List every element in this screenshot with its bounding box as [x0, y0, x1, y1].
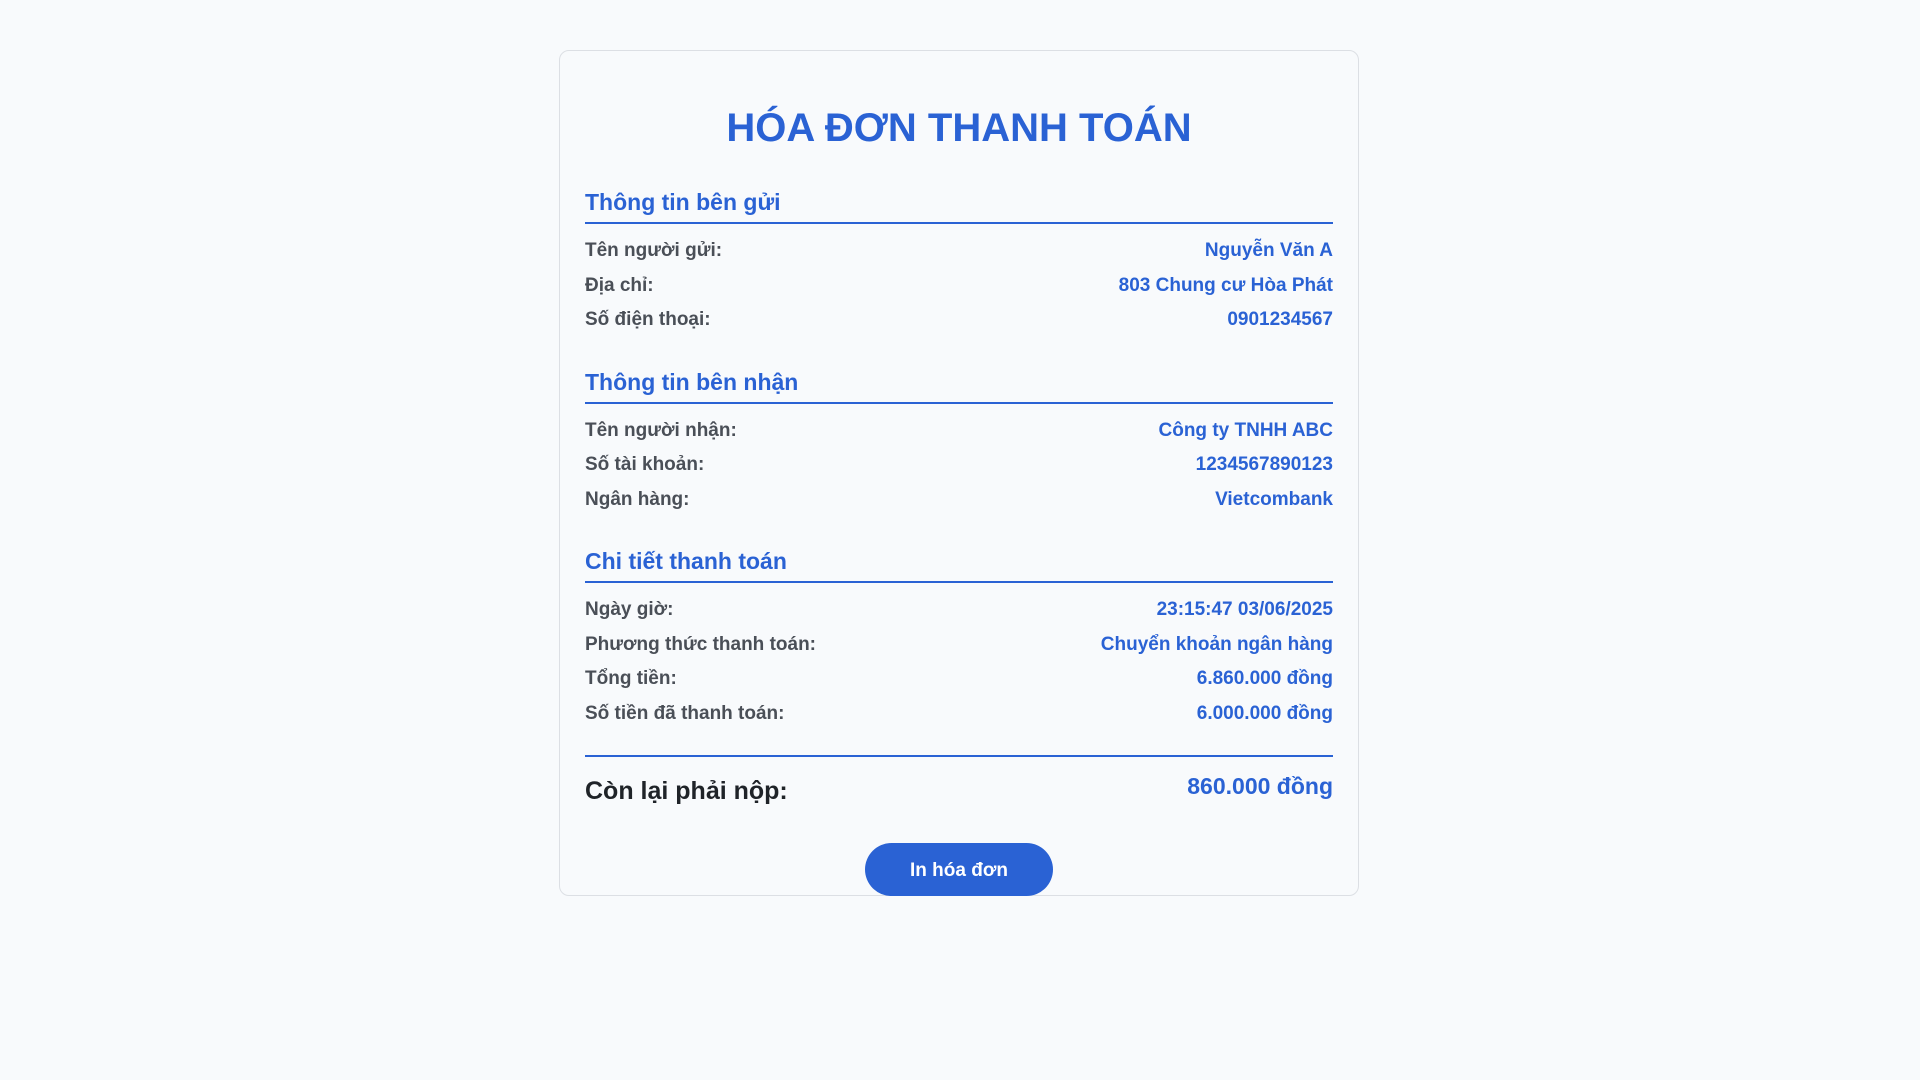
sender-phone-label: Số điện thoại: — [585, 309, 711, 331]
sender-section-heading: Thông tin bên gửi — [585, 186, 1333, 224]
sender-name-label: Tên người gửi: — [585, 240, 723, 262]
payment-method-row: Phương thức thanh toán: Chuyển khoản ngâ… — [585, 628, 1333, 663]
sender-phone-row: Số điện thoại: 0901234567 — [585, 303, 1333, 338]
payment-method-label: Phương thức thanh toán: — [585, 633, 816, 655]
payment-datetime-label: Ngày giờ: — [585, 599, 674, 621]
sender-address-label: Địa chỉ: — [585, 274, 654, 296]
sender-phone-value: 0901234567 — [1227, 309, 1333, 331]
receiver-name-row: Tên người nhận: Công ty TNHH ABC — [585, 414, 1333, 449]
invoice-title: HÓA ĐƠN THANH TOÁN — [726, 106, 1192, 150]
sender-address-value: 803 Chung cư Hòa Phát — [1118, 274, 1333, 296]
print-invoice-button[interactable]: In hóa đơn — [865, 843, 1053, 896]
remaining-label: Còn lại phải nộp: — [585, 777, 788, 805]
receiver-bank-value: Vietcombank — [1215, 488, 1333, 510]
receiver-account-value: 1234567890123 — [1195, 454, 1333, 476]
sender-name-value: Nguyễn Văn A — [1204, 240, 1333, 262]
receiver-section-heading: Thông tin bên nhận — [585, 366, 1333, 404]
sender-address-row: Địa chỉ: 803 Chung cư Hòa Phát — [585, 269, 1333, 304]
payment-total-row: Tổng tiền: 6.860.000 đồng — [585, 662, 1333, 697]
invoice-card: HÓA ĐƠN THANH TOÁN Thông tin bên gửi Tên… — [559, 50, 1359, 896]
receiver-bank-row: Ngân hàng: Vietcombank — [585, 483, 1333, 518]
receiver-account-label: Số tài khoản: — [585, 454, 705, 476]
remaining-summary: Còn lại phải nộp: 860.000 đồng — [585, 755, 1333, 823]
payment-datetime-value: 23:15:47 03/06/2025 — [1156, 599, 1333, 621]
print-button-wrapper: In hóa đơn — [585, 843, 1333, 896]
sender-name-row: Tên người gửi: Nguyễn Văn A — [585, 234, 1333, 269]
payment-datetime-row: Ngày giờ: 23:15:47 03/06/2025 — [585, 593, 1333, 628]
payment-total-value: 6.860.000 đồng — [1196, 668, 1333, 690]
remaining-value: 860.000 đồng — [1187, 773, 1333, 799]
payment-paid-label: Số tiền đã thanh toán: — [585, 702, 785, 724]
payment-total-label: Tổng tiền: — [585, 668, 677, 690]
receiver-name-value: Công ty TNHH ABC — [1158, 419, 1334, 441]
receiver-account-row: Số tài khoản: 1234567890123 — [585, 448, 1333, 483]
payment-method-value: Chuyển khoản ngân hàng — [1100, 633, 1333, 655]
receiver-bank-label: Ngân hàng: — [585, 488, 690, 510]
payment-paid-value: 6.000.000 đồng — [1196, 702, 1333, 724]
payment-paid-row: Số tiền đã thanh toán: 6.000.000 đồng — [585, 697, 1333, 732]
payment-section-heading: Chi tiết thanh toán — [585, 545, 1333, 583]
receiver-name-label: Tên người nhận: — [585, 419, 737, 441]
